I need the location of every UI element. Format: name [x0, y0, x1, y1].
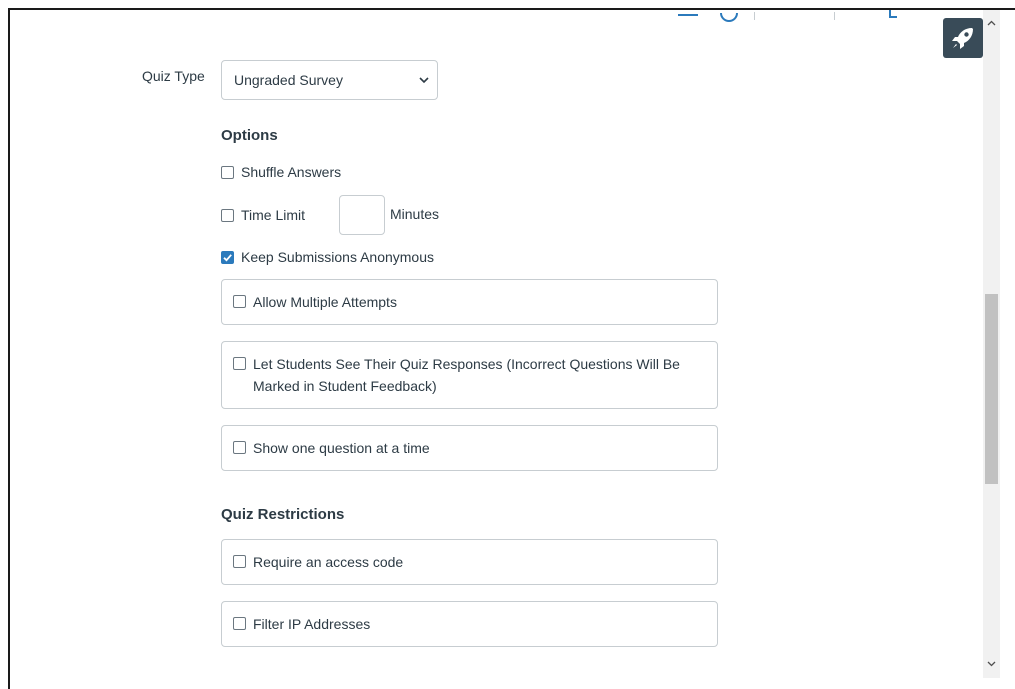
- filter-ip-option[interactable]: Filter IP Addresses: [233, 613, 370, 635]
- see-responses-option[interactable]: Let Students See Their Quiz Responses (I…: [233, 353, 693, 397]
- minutes-label: Minutes: [390, 206, 440, 222]
- vertical-scrollbar[interactable]: [983, 10, 1000, 678]
- filter-ip-label: Filter IP Addresses: [253, 616, 371, 632]
- filter-ip-checkbox[interactable]: [233, 617, 246, 630]
- rocket-button[interactable]: [943, 18, 983, 58]
- see-responses-label: Let Students See Their Quiz Responses (I…: [253, 356, 680, 394]
- time-limit-option[interactable]: Time Limit: [221, 207, 305, 223]
- time-limit-minutes-input[interactable]: [339, 195, 385, 235]
- chevron-down-icon[interactable]: [983, 655, 1000, 672]
- access-code-label: Require an access code: [253, 554, 404, 570]
- keep-anonymous-checkbox[interactable]: [221, 250, 234, 264]
- toolbar-divider: [834, 12, 835, 20]
- options-heading: Options: [221, 127, 278, 144]
- time-limit-checkbox[interactable]: [221, 208, 234, 222]
- checkmark-icon: [223, 253, 232, 262]
- toolbar-divider: [754, 12, 755, 20]
- one-question-checkbox[interactable]: [233, 441, 246, 454]
- allow-multiple-attempts-option[interactable]: Allow Multiple Attempts: [233, 291, 397, 313]
- quiz-restrictions-heading: Quiz Restrictions: [221, 506, 345, 523]
- chevron-down-icon: [419, 77, 429, 84]
- allow-multiple-attempts-checkbox[interactable]: [233, 295, 246, 308]
- quiz-settings-page: Quiz Type Ungraded Survey Options Shuffl…: [0, 0, 1015, 689]
- chevron-up-icon[interactable]: [983, 14, 1000, 31]
- window-frame-top: [8, 8, 1015, 10]
- toolbar-icon-partial[interactable]: [889, 10, 897, 18]
- shuffle-answers-checkbox[interactable]: [221, 165, 234, 179]
- shuffle-answers-label: Shuffle Answers: [241, 164, 342, 180]
- access-code-card: Require an access code: [221, 539, 718, 585]
- shuffle-answers-option[interactable]: Shuffle Answers: [221, 164, 341, 180]
- keep-anonymous-option[interactable]: Keep Submissions Anonymous: [221, 249, 434, 265]
- quiz-type-select[interactable]: Ungraded Survey: [221, 60, 438, 100]
- quiz-type-label: Quiz Type: [142, 68, 205, 84]
- see-responses-card: Let Students See Their Quiz Responses (I…: [221, 341, 718, 409]
- quiz-type-selected-value: Ungraded Survey: [234, 72, 343, 88]
- access-code-option[interactable]: Require an access code: [233, 551, 403, 573]
- toolbar-icon-partial[interactable]: [678, 10, 698, 16]
- allow-multiple-attempts-card: Allow Multiple Attempts: [221, 279, 718, 325]
- time-limit-label: Time Limit: [241, 207, 306, 223]
- one-question-option[interactable]: Show one question at a time: [233, 437, 430, 459]
- one-question-label: Show one question at a time: [253, 440, 430, 456]
- one-question-card: Show one question at a time: [221, 425, 718, 471]
- access-code-checkbox[interactable]: [233, 555, 246, 568]
- keep-anonymous-label: Keep Submissions Anonymous: [241, 249, 434, 265]
- rocket-icon: [952, 28, 973, 49]
- see-responses-checkbox[interactable]: [233, 357, 246, 370]
- toolbar-icon-partial[interactable]: [720, 13, 738, 22]
- scrollbar-thumb[interactable]: [985, 294, 998, 484]
- allow-multiple-attempts-label: Allow Multiple Attempts: [253, 294, 397, 310]
- window-frame-left: [8, 8, 10, 689]
- filter-ip-card: Filter IP Addresses: [221, 601, 718, 647]
